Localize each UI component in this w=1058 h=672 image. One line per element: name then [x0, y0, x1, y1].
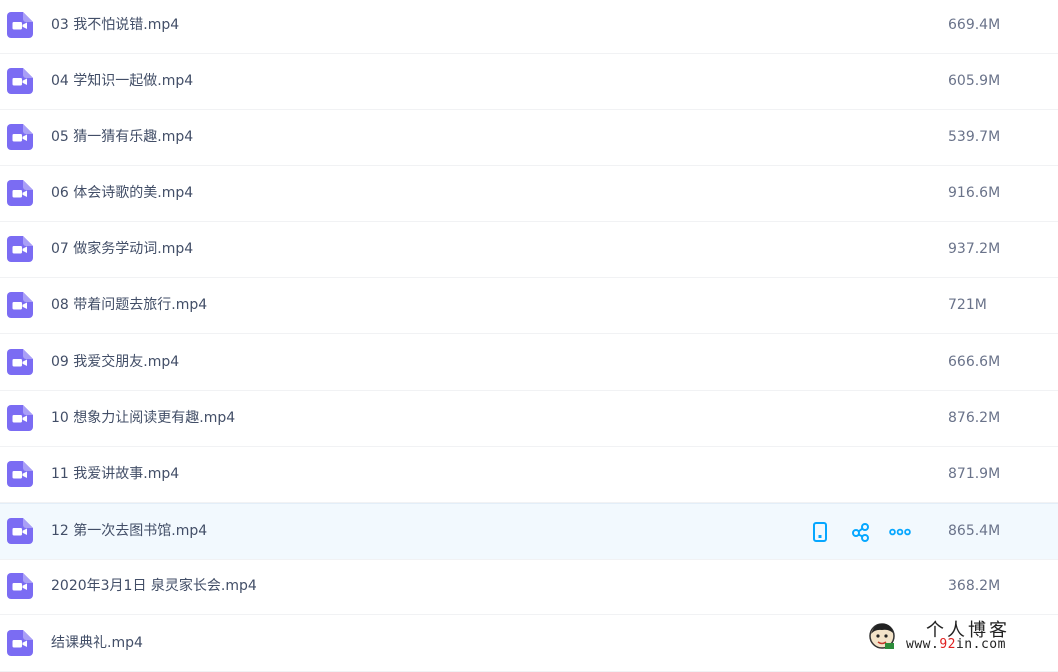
file-row[interactable]: 10 想象力让阅读更有趣.mp4 876.2M — [0, 391, 1058, 447]
video-file-icon — [7, 405, 33, 431]
file-name[interactable]: 09 我爱交朋友.mp4 — [51, 335, 179, 389]
watermark: 个人博客 www.92in.com — [864, 616, 1058, 658]
file-name[interactable]: 10 想象力让阅读更有趣.mp4 — [51, 391, 235, 445]
share-icon — [852, 523, 869, 542]
video-file-icon — [7, 349, 33, 375]
file-row[interactable]: 12 第一次去图书馆.mp4 865.4M — [0, 503, 1058, 560]
more-button[interactable] — [888, 520, 912, 544]
file-name[interactable]: 03 我不怕说错.mp4 — [51, 0, 179, 52]
video-file-icon — [7, 573, 33, 599]
file-row[interactable]: 03 我不怕说错.mp4 669.4M — [0, 0, 1058, 54]
video-file-icon — [7, 292, 33, 318]
file-name[interactable]: 06 体会诗歌的美.mp4 — [51, 166, 193, 220]
file-name[interactable]: 05 猜一猜有乐趣.mp4 — [51, 110, 193, 164]
video-file-icon — [7, 68, 33, 94]
file-row[interactable]: 04 学知识一起做.mp4 605.9M — [0, 54, 1058, 110]
file-size: 669.4M — [948, 17, 1001, 33]
file-name[interactable]: 07 做家务学动词.mp4 — [51, 222, 193, 276]
file-row[interactable]: 09 我爱交朋友.mp4 666.6M — [0, 335, 1058, 391]
file-name[interactable]: 结课典礼.mp4 — [51, 616, 143, 670]
video-file-icon — [7, 236, 33, 262]
file-name[interactable]: 08 带着问题去旅行.mp4 — [51, 278, 207, 332]
file-name[interactable]: 04 学知识一起做.mp4 — [51, 54, 193, 108]
file-size: 937.2M — [948, 241, 1001, 257]
file-row[interactable]: 11 我爱讲故事.mp4 871.9M — [0, 447, 1058, 503]
file-size: 721M — [948, 297, 987, 313]
file-size: 368.2M — [948, 578, 1001, 594]
file-size: 666.6M — [948, 354, 1001, 370]
video-file-icon — [7, 630, 33, 656]
file-row[interactable]: 2020年3月1日 泉灵家长会.mp4 368.2M — [0, 559, 1058, 615]
video-file-icon — [7, 124, 33, 150]
file-size: 916.6M — [948, 185, 1001, 201]
file-row[interactable]: 05 猜一猜有乐趣.mp4 539.7M — [0, 110, 1058, 166]
phone-icon — [813, 522, 827, 542]
file-name[interactable]: 12 第一次去图书馆.mp4 — [51, 504, 207, 558]
video-file-icon — [7, 12, 33, 38]
file-size: 539.7M — [948, 129, 1001, 145]
file-size: 871.9M — [948, 466, 1001, 482]
file-row[interactable]: 08 带着问题去旅行.mp4 721M — [0, 278, 1058, 334]
video-file-icon — [7, 180, 33, 206]
watermark-url: www.92in.com — [906, 637, 1006, 652]
share-button[interactable] — [849, 520, 873, 544]
send-to-phone-button[interactable] — [808, 520, 832, 544]
file-name[interactable]: 2020年3月1日 泉灵家长会.mp4 — [51, 559, 257, 613]
video-file-icon — [7, 518, 33, 544]
file-size: 876.2M — [948, 410, 1001, 426]
video-file-icon — [7, 461, 33, 487]
file-size: 605.9M — [948, 73, 1001, 89]
more-icon — [889, 528, 911, 536]
file-name[interactable]: 11 我爱讲故事.mp4 — [51, 447, 179, 501]
file-size: 865.4M — [948, 523, 1001, 539]
file-row[interactable]: 07 做家务学动词.mp4 937.2M — [0, 222, 1058, 278]
watermark-logo-icon — [869, 623, 895, 649]
file-row[interactable]: 06 体会诗歌的美.mp4 916.6M — [0, 166, 1058, 222]
